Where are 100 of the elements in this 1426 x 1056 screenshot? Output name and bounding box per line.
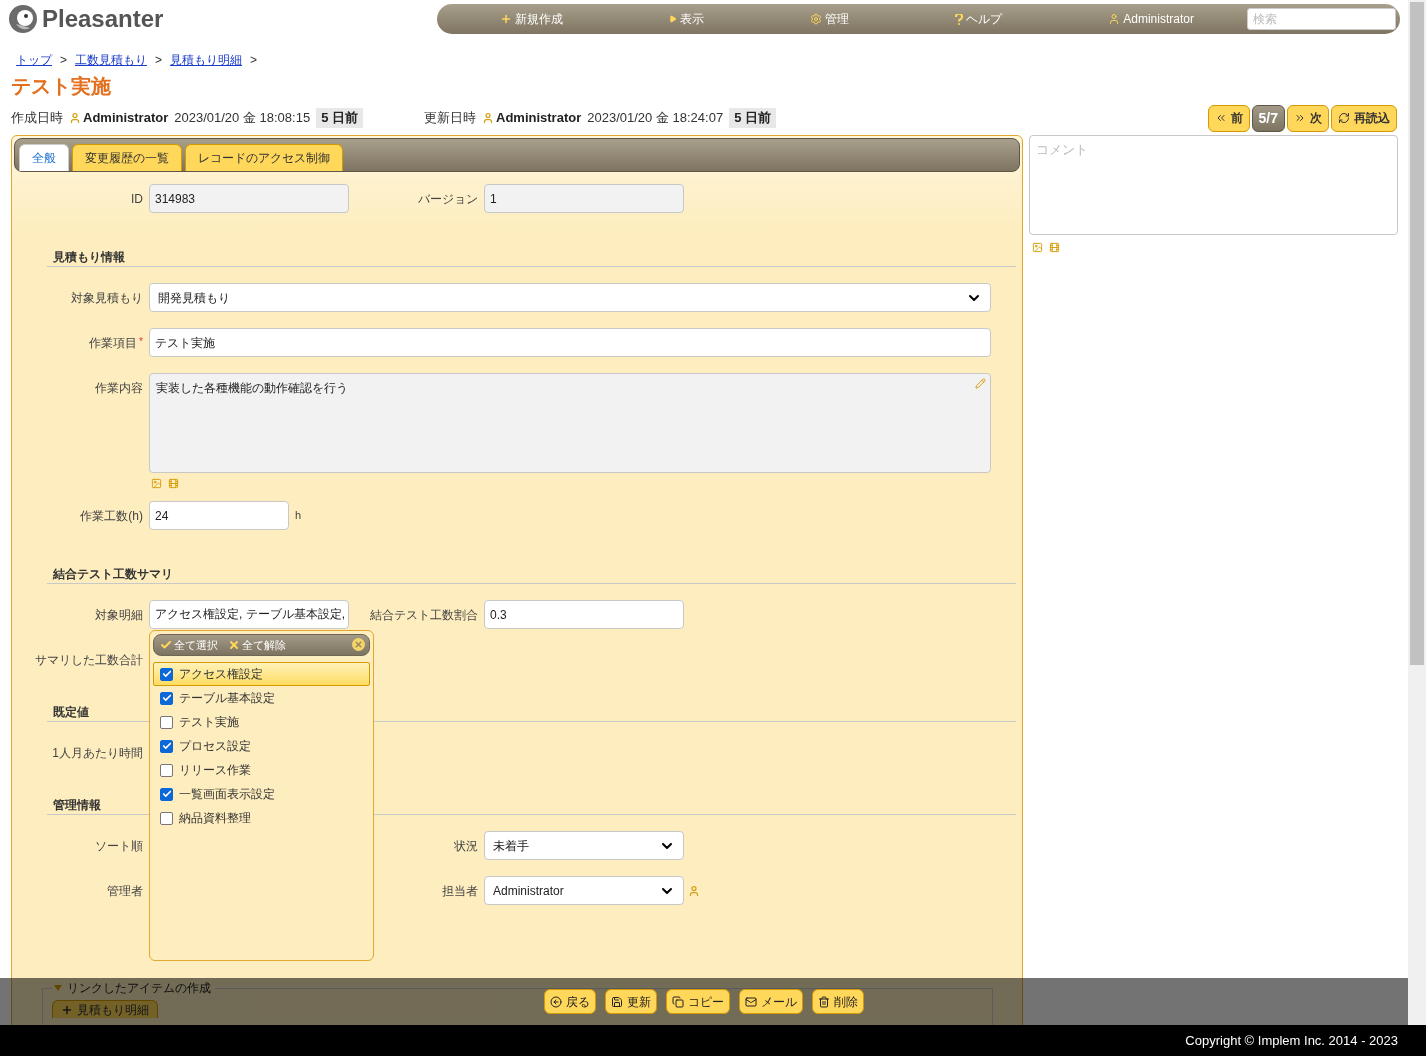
- next-button[interactable]: 次: [1287, 104, 1329, 132]
- field-label: 作業工数(h): [80, 508, 143, 525]
- image-icon: [151, 478, 162, 489]
- relative-time-badge: 5 日前: [729, 108, 776, 128]
- tab[interactable]: 変更履歴の一覧: [72, 144, 182, 171]
- field-label: 管理者: [107, 883, 143, 900]
- checkbox[interactable]: [160, 691, 173, 705]
- meta-datetime: 2023/01/20 金 18:24:07: [587, 109, 724, 128]
- field-value: 実装した各種機能の動作確認を行う: [156, 381, 348, 395]
- breadcrumb-link[interactable]: 工数見積もり: [75, 51, 147, 69]
- reload-button[interactable]: 再読込: [1331, 104, 1397, 132]
- logo-text: Pleasanter: [42, 4, 164, 34]
- close-icon[interactable]: [352, 638, 365, 651]
- dropdown-field[interactable]: Administrator: [484, 876, 684, 905]
- option-item[interactable]: 一覧画面表示設定: [153, 782, 370, 806]
- unit-label: h: [295, 508, 302, 523]
- section-heading: 管理情報: [52, 798, 101, 812]
- copy-icon: [672, 995, 684, 1008]
- film-icon: [168, 478, 179, 489]
- checkbox[interactable]: [160, 763, 173, 777]
- action-button[interactable]: コピー: [666, 989, 730, 1014]
- meta-user: Administrator: [496, 109, 582, 128]
- field-label: 作業項目: [89, 335, 138, 352]
- section-heading: 既定値: [52, 705, 89, 719]
- user-icon: [688, 884, 700, 897]
- triangle-icon: [669, 15, 678, 23]
- breadcrumb-separator: >: [155, 52, 163, 69]
- action-button[interactable]: メール: [739, 989, 803, 1014]
- breadcrumb-separator: >: [250, 52, 258, 69]
- field-label: 1人月あたり時間: [52, 745, 143, 762]
- field-label: 対象明細: [95, 607, 143, 624]
- breadcrumb-separator: >: [60, 52, 67, 69]
- tab[interactable]: 全般: [19, 144, 69, 171]
- text-field[interactable]: テスト実施: [149, 328, 991, 357]
- save-icon: [611, 995, 623, 1008]
- action-button[interactable]: 戻る: [544, 989, 596, 1014]
- user-icon: [69, 112, 81, 124]
- multiselect-field[interactable]: アクセス権設定, テーブル基本設定,: [149, 600, 349, 629]
- option-item[interactable]: 納品資料整理: [153, 806, 370, 830]
- option-item[interactable]: アクセス権設定: [153, 662, 370, 686]
- settings-icon: [810, 13, 823, 25]
- field-label: 対象見積もり: [71, 290, 143, 307]
- plus-icon: [61, 1003, 73, 1016]
- action-button[interactable]: 削除: [812, 989, 864, 1014]
- plus-icon: [500, 13, 513, 25]
- cross-icon: [228, 639, 240, 651]
- readonly-field: 1: [484, 184, 684, 213]
- readonly-field: 314983: [149, 184, 349, 213]
- field-label: ソート順: [95, 838, 143, 855]
- meta-user: Administrator: [83, 109, 169, 128]
- refresh-icon: [1338, 112, 1350, 124]
- meta-label: 更新日時: [424, 109, 476, 128]
- checkbox[interactable]: [160, 715, 173, 729]
- relative-time-badge: 5 日前: [316, 108, 363, 128]
- option-item[interactable]: テーブル基本設定: [153, 686, 370, 710]
- dropdown-field[interactable]: 開発見積もり: [149, 283, 991, 312]
- text-field[interactable]: 24: [149, 501, 289, 530]
- action-button[interactable]: 更新: [605, 989, 657, 1014]
- logo-icon: [8, 4, 38, 34]
- checkbox[interactable]: [160, 811, 173, 825]
- question-mark-icon: [955, 13, 964, 25]
- required-asterisk: *: [139, 335, 143, 349]
- textarea-field[interactable]: 実装した各種機能の動作確認を行う: [149, 373, 991, 473]
- checkbox[interactable]: [160, 667, 173, 681]
- nav-menu-item[interactable]: 表示: [669, 10, 705, 28]
- field-label: 担当者: [442, 883, 478, 900]
- field-label: バージョン: [418, 191, 478, 208]
- previous-button[interactable]: 前: [1207, 104, 1250, 132]
- tab[interactable]: レコードのアクセス制御: [185, 144, 343, 171]
- section-heading: 結合テスト工数サマリ: [52, 567, 173, 581]
- mail-icon: [745, 995, 757, 1008]
- breadcrumb-link[interactable]: 見積もり明細: [170, 51, 243, 69]
- user-icon: [482, 112, 494, 124]
- user-icon: [1108, 13, 1121, 25]
- field-label: ID: [131, 191, 143, 208]
- field-label: サマリした工数合計: [35, 652, 143, 669]
- scrollbar-thumb[interactable]: [1410, 2, 1424, 665]
- field-label: 作業内容: [95, 380, 143, 397]
- nav-menu-item[interactable]: ヘルプ: [955, 10, 1003, 28]
- text-field[interactable]: 0.3: [484, 600, 684, 629]
- copyright-text: Copyright © Implem Inc. 2014 - 2023: [1185, 1031, 1398, 1050]
- dropdown-field[interactable]: 未着手: [484, 831, 684, 860]
- breadcrumb-link[interactable]: トップ: [16, 51, 52, 69]
- option-item[interactable]: リリース作業: [153, 758, 370, 782]
- check-icon: [160, 639, 172, 651]
- checkbox[interactable]: [160, 787, 173, 801]
- film-icon: [1049, 242, 1060, 253]
- meta-label: 作成日時: [11, 109, 63, 128]
- select-all-button[interactable]: 全て選択: [160, 636, 218, 654]
- record-position: 5/7: [1251, 104, 1285, 132]
- meta-datetime: 2023/01/20 金 18:08:15: [174, 109, 311, 128]
- field-label: 状況: [454, 838, 478, 855]
- trash-icon: [818, 995, 830, 1008]
- clear-all-button[interactable]: 全て解除: [228, 636, 286, 654]
- field-label: 結合テスト工数割合: [370, 607, 478, 624]
- checkbox[interactable]: [160, 739, 173, 753]
- option-item[interactable]: プロセス設定: [153, 734, 370, 758]
- option-item[interactable]: テスト実施: [153, 710, 370, 734]
- image-icon: [1032, 242, 1043, 253]
- section-heading: 見積もり情報: [52, 250, 125, 264]
